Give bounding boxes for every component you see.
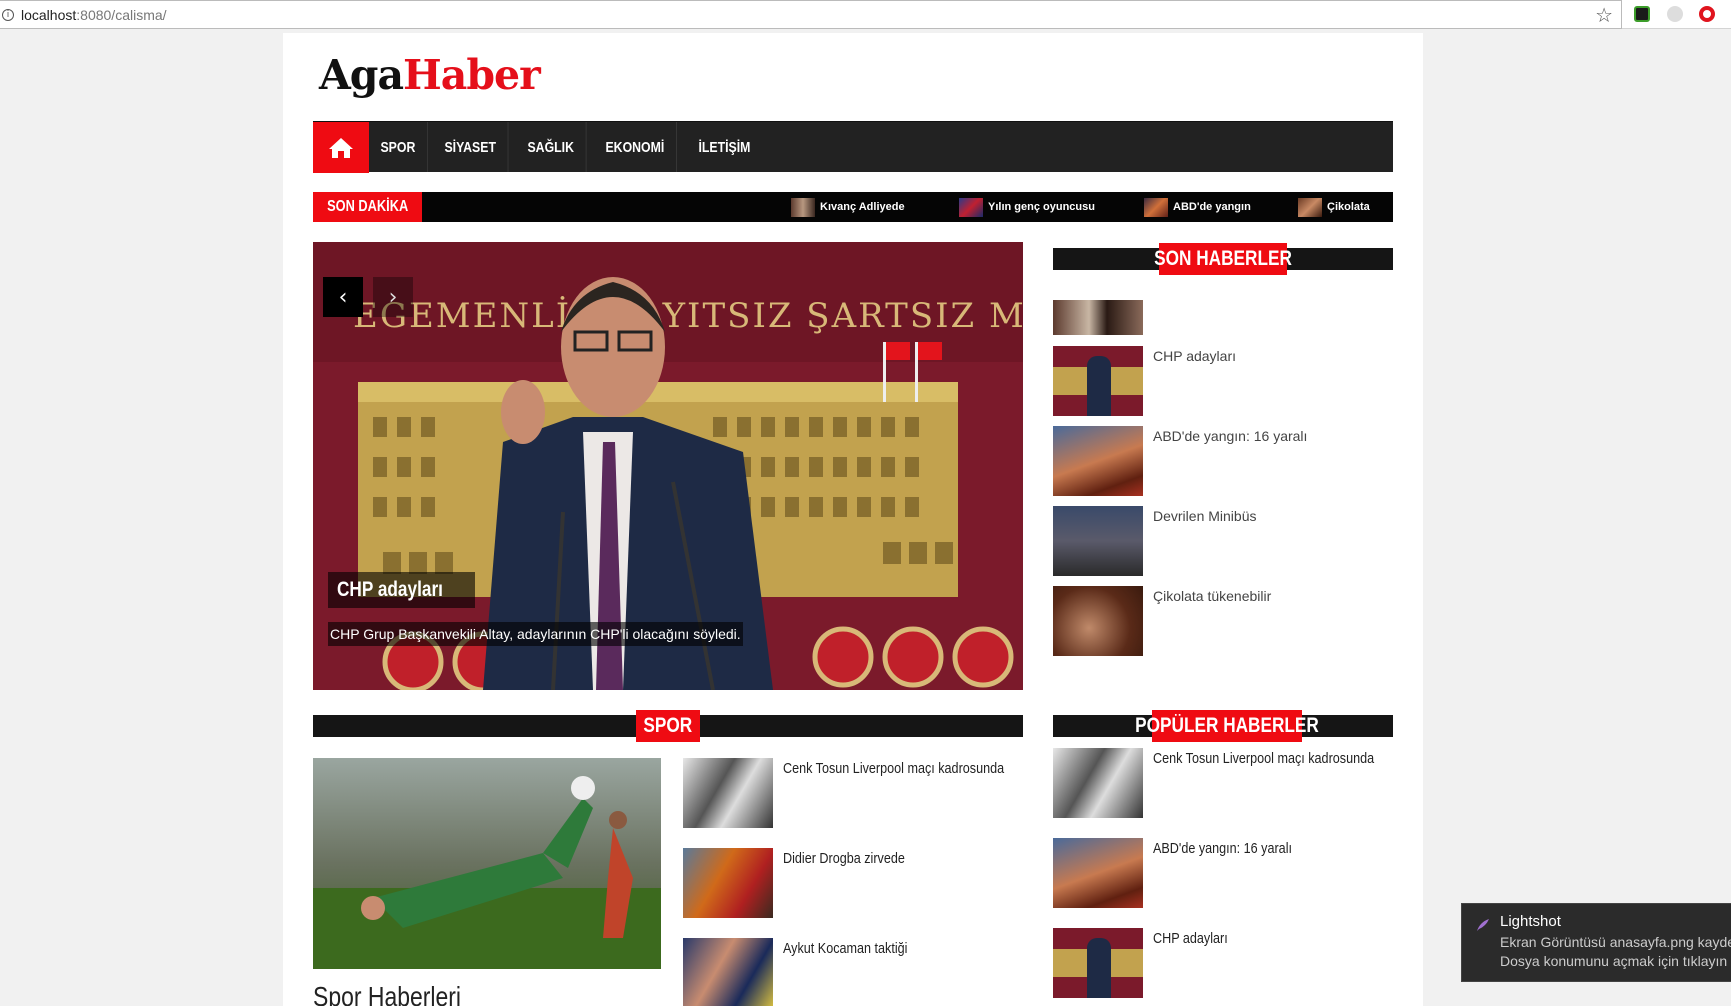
opera-icon[interactable]	[1699, 6, 1715, 22]
ticker-item[interactable]: Kıvanç Adliyede	[791, 197, 905, 217]
spor-heading: SPOR	[636, 710, 700, 742]
slider-caption-title[interactable]: CHP adayları	[328, 572, 476, 608]
list-item[interactable]: ABD'de yangın: 16 yaralı	[1053, 838, 1318, 908]
news-title: CHP adayları	[1153, 348, 1237, 364]
news-title: Cenk Tosun Liverpool maçı kadrosunda	[783, 760, 1005, 777]
news-title: ABD'de yangın: 16 yaralı	[1153, 840, 1292, 857]
home-button[interactable]	[313, 122, 369, 173]
ticker-item-label: Kıvanç Adliyede	[820, 201, 905, 213]
ticker-thumb	[959, 197, 983, 217]
news-title: Didier Drogba zirvede	[783, 850, 905, 867]
list-item[interactable]: ABD'de yangın: 16 yaralı	[1053, 426, 1307, 496]
page-container: AgaHaber SPOR SİYASET SAĞLIK EKONOMİ İLE…	[283, 33, 1423, 1006]
news-title: Devrilen Minibüs	[1153, 508, 1257, 524]
slider-banner-text: EGEMENLİK KAYITSIZ ŞARTSIZ MİLLETİNDİR	[353, 296, 1023, 336]
url-host: localhost	[21, 6, 77, 23]
url-text[interactable]: localhost:8080/calisma/	[21, 7, 167, 23]
spor-featured-image[interactable]	[313, 758, 661, 969]
news-thumbnail	[1053, 748, 1143, 818]
feather-icon	[1477, 919, 1489, 931]
info-icon[interactable]: i	[2, 8, 14, 21]
list-item[interactable]: CHP adayları	[1053, 928, 1242, 998]
news-title: ABD'de yangın: 16 yaralı	[1153, 428, 1308, 444]
news-thumbnail	[1053, 426, 1143, 496]
news-title: Çikolata tükenebilir	[1153, 588, 1272, 604]
slider-caption-text: CHP Grup Başkanvekili Altay, adaylarının…	[328, 622, 743, 646]
news-thumbnail	[683, 848, 773, 918]
nav-item-saglik[interactable]: SAĞLIK	[516, 122, 587, 172]
nav-item-spor[interactable]: SPOR	[369, 122, 428, 172]
news-thumbnail	[1053, 346, 1143, 416]
breaking-news-ticker: SON DAKİKA Kıvanç Adliyede Yılın genç oy…	[313, 192, 1393, 222]
lightshot-notification[interactable]: Lightshot Ekran Görüntüsü anasayfa.png k…	[1461, 903, 1731, 982]
list-item[interactable]: Cenk Tosun Liverpool maçı kadrosunda	[1053, 748, 1416, 818]
list-item[interactable]: Didier Drogba zirvede	[683, 848, 928, 918]
spor-caption[interactable]: Spor Haberleri	[313, 981, 494, 1006]
news-thumbnail	[683, 758, 773, 828]
ticker-item[interactable]: Çikolata	[1298, 197, 1370, 217]
ticker-item-label: Çikolata	[1327, 201, 1370, 213]
list-item[interactable]: Cenk Tosun Liverpool maçı kadrosunda	[683, 758, 1046, 828]
news-thumbnail	[1053, 838, 1143, 908]
logo-part-2: Haber	[403, 51, 541, 99]
nav-item-siyaset[interactable]: SİYASET	[433, 122, 508, 172]
notification-title: Lightshot	[1500, 913, 1561, 930]
notification-line-2: Dosya konumunu açmak için tıklayın	[1500, 953, 1728, 969]
breaking-news-label: SON DAKİKA	[313, 192, 422, 222]
news-title: CHP adayları	[1153, 930, 1228, 947]
list-item[interactable]: Devrilen Minibüs	[1053, 506, 1256, 576]
news-thumbnail	[1053, 506, 1143, 576]
bookmark-star-icon[interactable]: ☆	[1595, 3, 1613, 27]
home-icon	[329, 137, 353, 158]
extension-grey-icon[interactable]	[1667, 6, 1683, 22]
ticker-item-label: ABD'de yangın	[1173, 201, 1251, 213]
site-logo[interactable]: AgaHaber	[319, 51, 541, 99]
list-item[interactable]: Çikolata tükenebilir	[1053, 586, 1271, 656]
list-item[interactable]	[1053, 300, 1153, 335]
slider-prev-button[interactable]: ‹	[323, 277, 363, 317]
logo-part-1: Aga	[319, 51, 404, 99]
url-path: :8080/calisma/	[76, 6, 167, 23]
populer-heading: POPÜLER HABERLER	[1135, 710, 1319, 742]
main-nav: SPOR SİYASET SAĞLIK EKONOMİ İLETİŞİM	[313, 121, 1393, 173]
list-item[interactable]: Aykut Kocaman taktiği	[683, 938, 931, 1006]
browser-toolbar: i localhost:8080/calisma/ ☆	[0, 0, 1731, 29]
hero-slider[interactable]: EGEMENLİK KAYITSIZ ŞARTSIZ MİLLETİNDİR	[313, 242, 1023, 690]
goalkeeper-image	[313, 758, 661, 969]
slider-next-button[interactable]: ›	[373, 277, 413, 317]
ticker-thumb	[1144, 197, 1168, 217]
news-title: Cenk Tosun Liverpool maçı kadrosunda	[1153, 750, 1375, 767]
news-thumbnail	[683, 938, 773, 1006]
news-thumbnail	[1053, 586, 1143, 656]
address-bar[interactable]: i localhost:8080/calisma/ ☆	[0, 0, 1622, 29]
notification-line-1: Ekran Görüntüsü anasayfa.png kaydedildi	[1500, 934, 1731, 950]
ticker-thumb	[791, 197, 815, 217]
extension-check-icon[interactable]	[1634, 6, 1650, 22]
nav-item-iletisim[interactable]: İLETİŞİM	[687, 122, 762, 172]
son-haberler-heading: SON HABERLER	[1154, 243, 1292, 275]
ticker-thumb	[1298, 197, 1322, 217]
nav-item-ekonomi[interactable]: EKONOMİ	[594, 122, 677, 172]
ticker-item[interactable]: ABD'de yangın	[1144, 197, 1251, 217]
ticker-item[interactable]: Yılın genç oyuncusu	[959, 197, 1095, 217]
news-thumbnail	[1053, 300, 1143, 335]
list-item[interactable]: CHP adayları	[1053, 346, 1236, 416]
news-title: Aykut Kocaman taktiği	[783, 940, 908, 957]
news-thumbnail	[1053, 928, 1143, 998]
ticker-item-label: Yılın genç oyuncusu	[988, 201, 1095, 213]
